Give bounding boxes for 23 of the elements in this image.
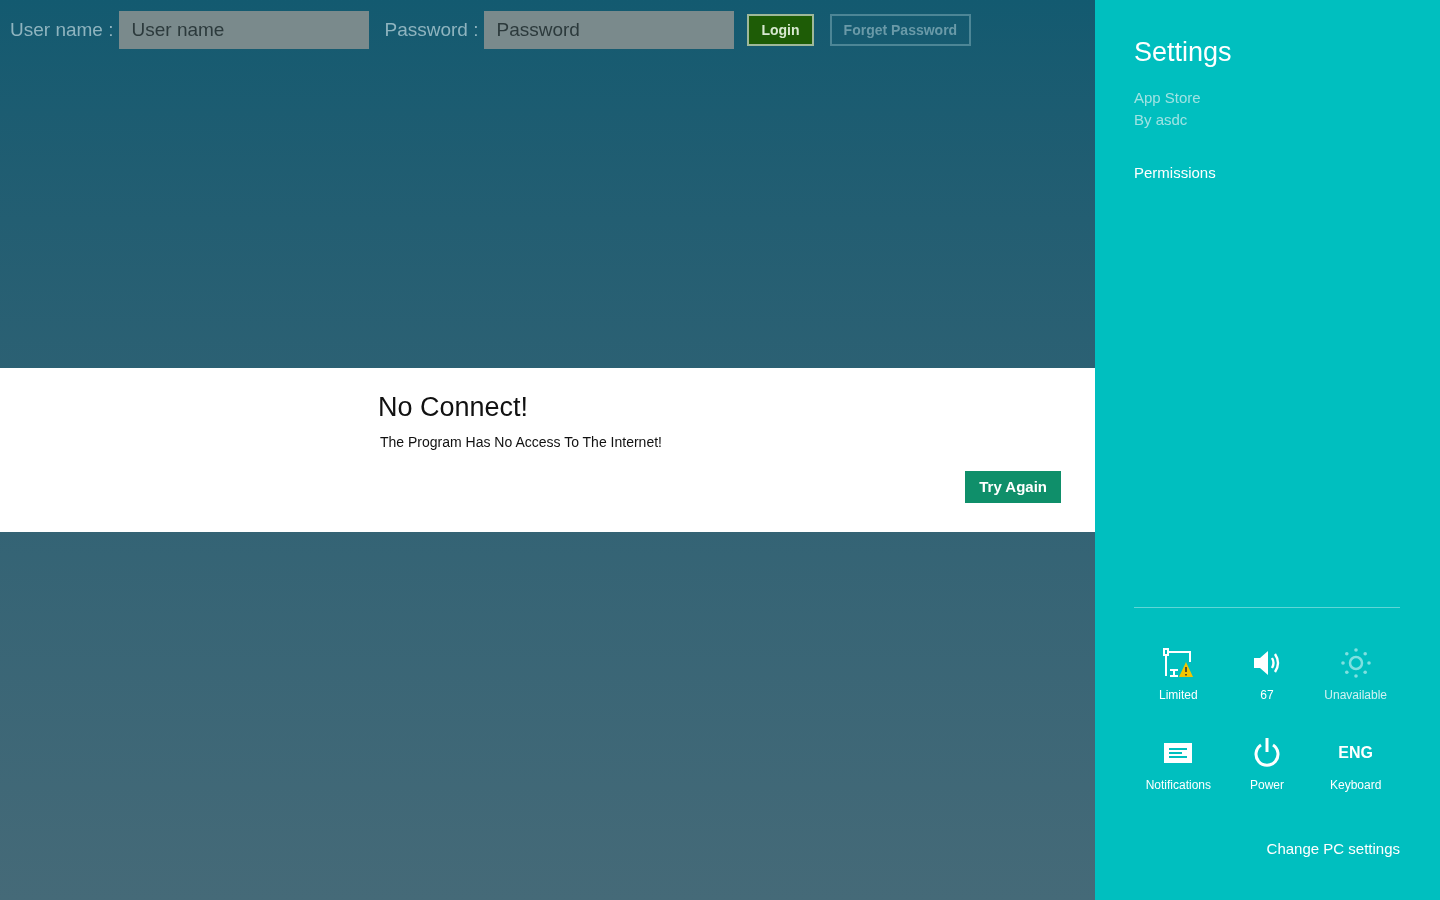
try-again-button[interactable]: Try Again (965, 471, 1061, 503)
app-name: App Store (1134, 87, 1202, 108)
quick-setting-tile[interactable]: Power (1222, 725, 1312, 794)
dialog-message: The Program Has No Access To The Internet! (380, 433, 663, 452)
password-label: Password : (384, 17, 479, 42)
dialog-title: No Connect! (378, 391, 530, 424)
username-label: User name : (10, 17, 114, 42)
network-warning-icon (1162, 647, 1195, 678)
change-pc-settings-link[interactable]: Change PC settings (1266, 837, 1400, 860)
username-field[interactable]: User name (119, 11, 370, 49)
sun-icon (1339, 646, 1372, 679)
login-button[interactable]: Login (747, 14, 814, 46)
quick-setting-tile[interactable]: ENG Keyboard (1311, 725, 1400, 794)
power-icon (1252, 736, 1282, 769)
permissions-link[interactable]: Permissions (1134, 161, 1400, 184)
quick-setting-tile[interactable]: 67 (1222, 635, 1312, 704)
password-field[interactable]: Password (484, 11, 735, 49)
message-icon (1164, 742, 1193, 763)
settings-title: Settings (1134, 36, 1233, 69)
quick-setting-tile[interactable]: Notifications (1134, 725, 1223, 794)
language-code: ENG (1338, 742, 1373, 763)
publisher-text: By asdc (1134, 110, 1189, 130)
quick-setting-tile[interactable]: Limited (1134, 635, 1223, 704)
